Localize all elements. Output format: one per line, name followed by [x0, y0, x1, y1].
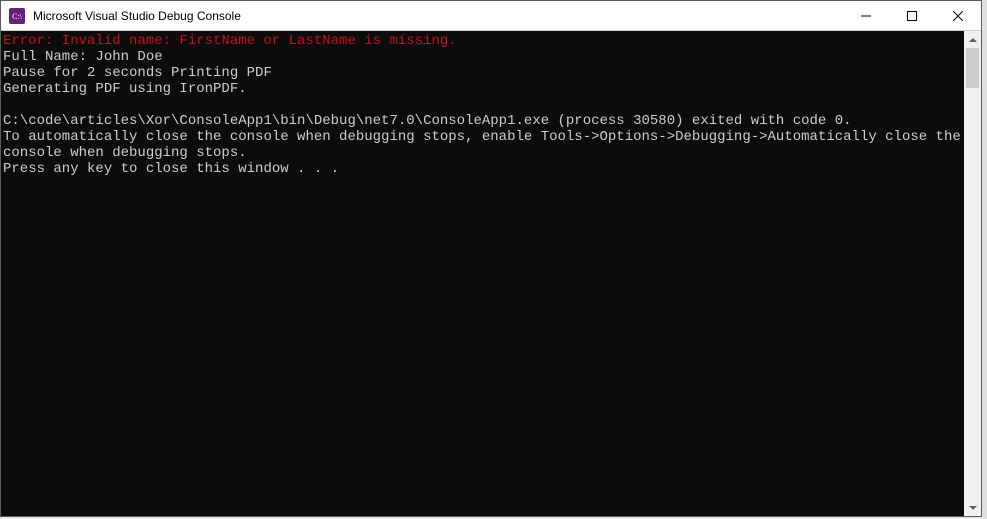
console-line: Pause for 2 seconds Printing PDF [3, 65, 272, 81]
console-output[interactable]: Error: Invalid name: FirstName or LastNa… [1, 31, 964, 516]
scroll-down-button[interactable] [964, 499, 981, 516]
close-icon [953, 11, 963, 21]
close-button[interactable] [935, 1, 981, 30]
chevron-up-icon [969, 38, 977, 42]
scroll-up-button[interactable] [964, 31, 981, 48]
console-window: C:\ Microsoft Visual Studio Debug Consol… [0, 0, 982, 517]
minimize-button[interactable] [843, 1, 889, 30]
console-line: Full Name: John Doe [3, 49, 163, 65]
window-title: Microsoft Visual Studio Debug Console [33, 9, 843, 23]
app-icon: C:\ [9, 8, 25, 24]
maximize-button[interactable] [889, 1, 935, 30]
console-error-line: Error: Invalid name: FirstName or LastNa… [3, 33, 457, 49]
scroll-thumb[interactable] [966, 48, 979, 88]
window-controls [843, 1, 981, 30]
svg-text:C:\: C:\ [12, 12, 23, 21]
background-strip [983, 0, 987, 519]
console-line: Press any key to close this window . . . [3, 161, 339, 177]
minimize-icon [861, 11, 871, 21]
console-wrap: Error: Invalid name: FirstName or LastNa… [1, 31, 981, 516]
chevron-down-icon [969, 506, 977, 510]
vertical-scrollbar[interactable] [964, 31, 981, 516]
titlebar[interactable]: C:\ Microsoft Visual Studio Debug Consol… [1, 1, 981, 31]
console-line: Generating PDF using IronPDF. [3, 81, 247, 97]
console-line: To automatically close the console when … [3, 129, 964, 161]
console-line: C:\code\articles\Xor\ConsoleApp1\bin\Deb… [3, 113, 852, 129]
maximize-icon [907, 11, 917, 21]
